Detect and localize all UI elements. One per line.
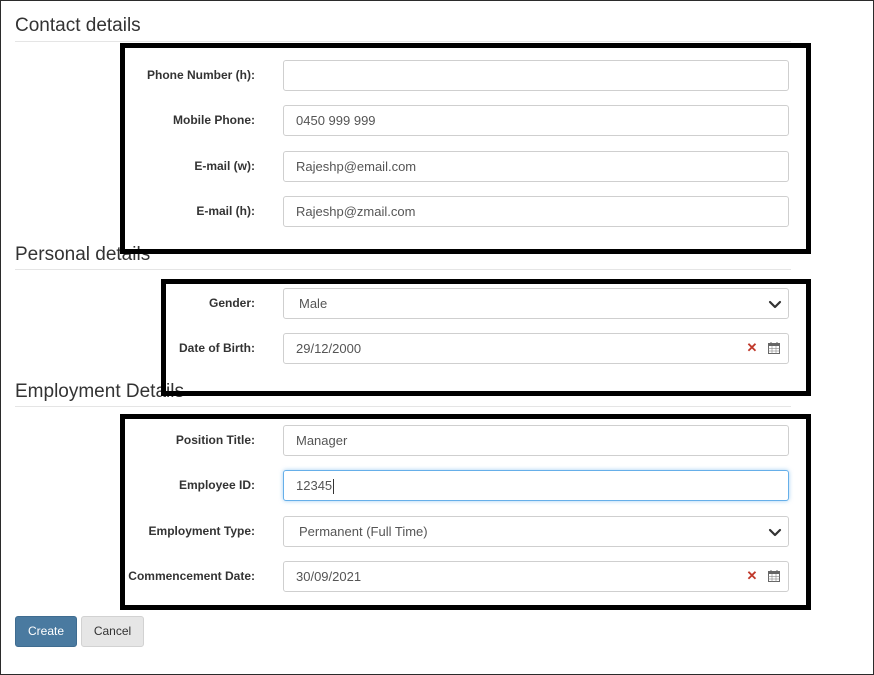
clear-date-icon[interactable]: ✕	[746, 341, 758, 355]
date-of-birth-input[interactable]: 29/12/2000 ✕	[283, 333, 789, 364]
date-of-birth-label: Date of Birth:	[179, 341, 255, 355]
cancel-button[interactable]: Cancel	[81, 616, 144, 647]
calendar-icon[interactable]	[768, 570, 780, 582]
phone-home-input[interactable]	[283, 60, 789, 91]
email-home-label: E-mail (h):	[196, 204, 255, 218]
employee-id-value: 12345	[296, 478, 333, 493]
create-button[interactable]: Create	[15, 616, 77, 647]
gender-label: Gender:	[208, 296, 255, 310]
chevron-down-icon	[768, 528, 782, 537]
personal-section-title: Personal details	[15, 244, 151, 265]
date-of-birth-value: 29/12/2000	[296, 341, 362, 356]
employment-type-select-value: Permanent (Full Time)	[299, 524, 428, 539]
contact-section-title: Contact details	[15, 15, 141, 36]
contact-section-divider	[15, 41, 791, 42]
employment-section-divider	[15, 406, 791, 407]
clear-date-icon[interactable]: ✕	[746, 569, 758, 583]
chevron-down-icon	[768, 300, 782, 309]
employment-type-select[interactable]: Permanent (Full Time)	[283, 516, 789, 547]
email-work-input[interactable]: Rajeshp@email.com	[283, 151, 789, 182]
mobile-phone-input[interactable]: 0450 999 999	[283, 105, 789, 136]
phone-home-label: Phone Number (h):	[147, 68, 255, 82]
calendar-icon[interactable]	[768, 342, 780, 354]
commencement-date-value: 30/09/2021	[296, 569, 362, 584]
position-title-label: Position Title:	[175, 433, 255, 447]
gender-select[interactable]: Male	[283, 288, 789, 319]
commencement-date-label: Commencement Date:	[128, 569, 255, 583]
employee-id-input[interactable]: 12345	[283, 470, 789, 501]
position-title-input[interactable]: Manager	[283, 425, 789, 456]
email-home-input[interactable]: Rajeshp@zmail.com	[283, 196, 789, 227]
personal-section-divider	[15, 269, 791, 270]
text-cursor	[333, 479, 335, 495]
employment-type-label: Employment Type:	[148, 524, 255, 538]
gender-select-value: Male	[299, 296, 328, 311]
commencement-date-input[interactable]: 30/09/2021 ✕	[283, 561, 789, 592]
form-window: Contact details Phone Number (h): Mobile…	[0, 0, 874, 675]
email-work-label: E-mail (w):	[194, 159, 255, 173]
mobile-phone-label: Mobile Phone:	[173, 113, 255, 127]
employee-id-label: Employee ID:	[178, 478, 255, 492]
employment-section-title: Employment Details	[15, 381, 184, 402]
